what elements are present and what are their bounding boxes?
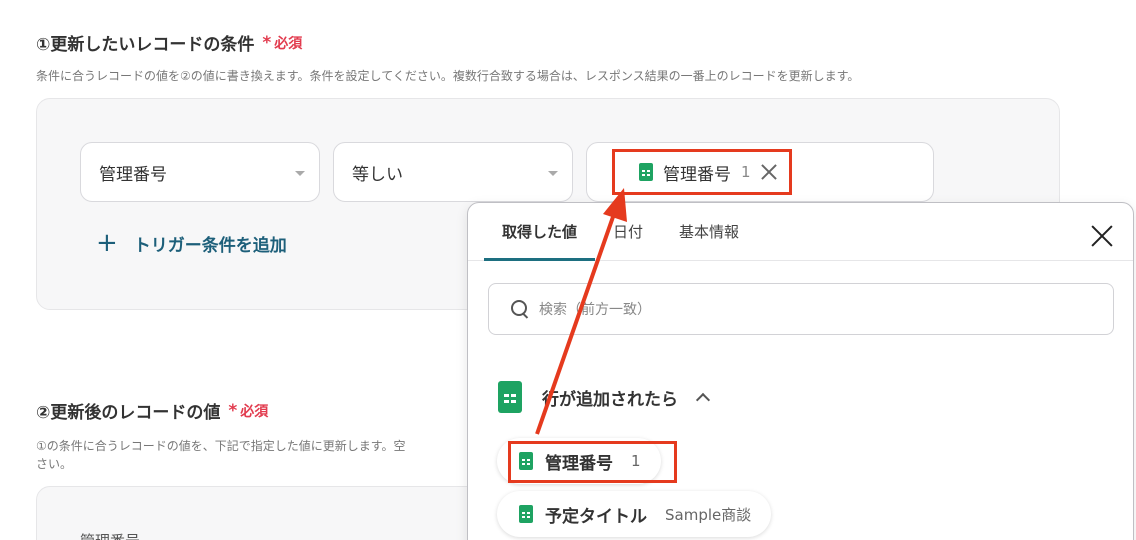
annotation-arrow xyxy=(535,188,627,435)
